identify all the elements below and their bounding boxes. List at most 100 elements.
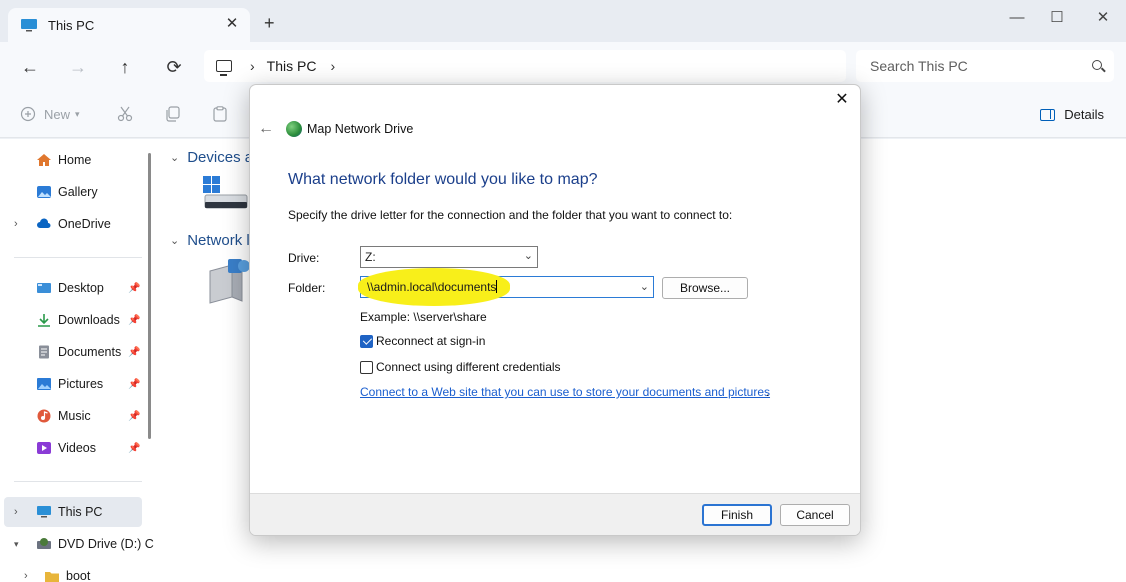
- sidebar-item-dvd-drive[interactable]: ▾ DVD Drive (D:) C: [0, 529, 158, 559]
- chevron-right-icon[interactable]: ›: [14, 506, 18, 518]
- pin-icon[interactable]: 📌: [128, 411, 140, 422]
- folder-input[interactable]: \\admin.local\documents ⌄: [358, 268, 654, 306]
- desktop-icon: [37, 283, 51, 293]
- search-icon[interactable]: [1092, 60, 1102, 70]
- network-drive-icon: [286, 121, 302, 137]
- tab-title: This PC: [48, 17, 95, 33]
- pin-icon[interactable]: 📌: [128, 347, 140, 358]
- drive-select[interactable]: Z: ⌄: [360, 246, 538, 268]
- sidebar-item-downloads[interactable]: Downloads 📌: [0, 305, 142, 335]
- address-bar[interactable]: › This PC ›: [204, 50, 846, 82]
- paste-icon[interactable]: [212, 106, 228, 122]
- chevron-down-icon[interactable]: ⌄: [524, 249, 533, 262]
- pin-icon[interactable]: 📌: [128, 283, 140, 294]
- pc-icon: [21, 19, 37, 32]
- sidebar-item-boot[interactable]: › boot: [0, 561, 142, 582]
- chevron-down-icon[interactable]: ⌄: [170, 151, 179, 164]
- browse-button[interactable]: Browse...: [662, 277, 748, 299]
- new-button[interactable]: New ▾: [20, 106, 80, 122]
- text-caret: [496, 280, 498, 293]
- sidebar-item-gallery[interactable]: Gallery: [0, 177, 142, 207]
- sidebar-scrollbar[interactable]: [148, 153, 151, 439]
- dialog-heading: What network folder would you like to ma…: [288, 171, 598, 188]
- music-icon: [37, 409, 51, 423]
- finish-button[interactable]: Finish: [702, 504, 772, 526]
- credentials-checkbox[interactable]: [360, 360, 373, 374]
- pin-icon[interactable]: 📌: [128, 379, 140, 390]
- reconnect-checkbox[interactable]: [360, 334, 373, 348]
- chevron-down-icon[interactable]: ⌄: [170, 234, 179, 247]
- example-text: Example: \\server\share: [360, 310, 487, 324]
- dvd-icon: [37, 538, 51, 549]
- chevron-right-icon[interactable]: ›: [24, 570, 28, 582]
- folder-icon: [45, 572, 59, 582]
- cancel-button[interactable]: Cancel: [780, 504, 850, 526]
- dialog-back-button[interactable]: ←: [258, 120, 274, 138]
- copy-icon[interactable]: [165, 106, 181, 122]
- details-label: Details: [1064, 107, 1104, 122]
- document-icon: [39, 345, 49, 359]
- reconnect-label[interactable]: Reconnect at sign-in: [376, 334, 485, 348]
- sidebar-item-onedrive[interactable]: › OneDrive: [0, 209, 142, 239]
- cut-icon[interactable]: [117, 106, 133, 122]
- sidebar-item-videos[interactable]: Videos 📌: [0, 433, 142, 463]
- chevron-right-icon[interactable]: ›: [14, 218, 18, 230]
- drive-value: Z:: [365, 250, 376, 264]
- forward-button[interactable]: →: [66, 56, 90, 78]
- sidebar-item-label: Gallery: [58, 185, 98, 199]
- navigation-pane: Home Gallery › OneDrive Desktop 📌 Downlo…: [0, 139, 158, 582]
- sidebar-item-pictures[interactable]: Pictures 📌: [0, 369, 142, 399]
- refresh-button[interactable]: ⟳: [162, 56, 186, 78]
- pc-icon: [37, 506, 51, 518]
- maximize-button[interactable]: ☐: [1034, 8, 1080, 30]
- pin-icon[interactable]: 📌: [128, 443, 140, 454]
- credentials-option[interactable]: Connect using different credentials: [360, 360, 561, 374]
- back-button[interactable]: ←: [18, 56, 42, 78]
- plus-circle-icon: [20, 106, 36, 122]
- close-window-button[interactable]: ✕: [1080, 8, 1126, 30]
- group-devices-header[interactable]: ⌄ Devices a: [170, 149, 253, 166]
- sidebar-item-desktop[interactable]: Desktop 📌: [0, 273, 142, 303]
- web-site-link[interactable]: Connect to a Web site that you can use t…: [360, 385, 770, 399]
- network-location-icon[interactable]: [206, 257, 250, 305]
- chevron-right-icon[interactable]: ›: [250, 58, 255, 74]
- folder-label: Folder:: [288, 281, 326, 295]
- chevron-down-icon[interactable]: ⌄: [640, 280, 649, 293]
- group-devices-label: Devices a: [187, 149, 254, 166]
- up-button[interactable]: ↑: [113, 56, 137, 78]
- dialog-description: Specify the drive letter for the connect…: [288, 208, 733, 222]
- chevron-down-icon[interactable]: ▾: [14, 539, 19, 550]
- home-icon: [37, 154, 51, 166]
- sidebar-item-documents[interactable]: Documents 📌: [0, 337, 142, 367]
- tab-close-icon[interactable]: ✕: [224, 16, 240, 32]
- sidebar-item-label: DVD Drive (D:) C: [58, 537, 154, 551]
- dialog-close-button[interactable]: ✕: [832, 91, 852, 109]
- chevron-right-icon[interactable]: ›: [330, 58, 335, 74]
- new-tab-button[interactable]: +: [264, 14, 275, 32]
- sidebar-item-this-pc[interactable]: › This PC: [4, 497, 142, 527]
- new-label: New: [44, 106, 71, 122]
- sidebar-item-home[interactable]: Home: [0, 145, 142, 175]
- details-button[interactable]: Details: [1040, 107, 1104, 122]
- reconnect-option[interactable]: Reconnect at sign-in: [360, 334, 485, 348]
- pc-icon: [216, 60, 232, 76]
- group-network-label: Network l: [187, 232, 250, 249]
- group-network-header[interactable]: ⌄ Network l: [170, 232, 250, 249]
- search-placeholder: Search This PC: [870, 58, 968, 74]
- sidebar-item-label: Home: [58, 153, 92, 167]
- sidebar-item-music[interactable]: Music 📌: [0, 401, 142, 431]
- folder-value: \\admin.local\documents: [367, 280, 498, 294]
- sidebar-item-label: Documents: [58, 345, 122, 359]
- breadcrumb-this-pc[interactable]: This PC: [267, 58, 317, 74]
- title-bar: This PC ✕ + — ☐ ✕: [0, 0, 1126, 42]
- drive-label: Drive:: [288, 251, 320, 265]
- pin-icon[interactable]: 📌: [128, 315, 140, 326]
- gallery-icon: [37, 186, 51, 198]
- cloud-icon: [37, 218, 51, 228]
- windows-drive-icon[interactable]: [202, 175, 248, 211]
- credentials-label[interactable]: Connect using different credentials: [376, 360, 561, 374]
- tab-this-pc[interactable]: This PC ✕: [8, 8, 250, 42]
- sidebar-item-label: boot: [66, 569, 91, 582]
- search-input[interactable]: Search This PC: [856, 50, 1114, 82]
- map-network-drive-dialog: ✕ ← Map Network Drive What network folde…: [249, 84, 861, 536]
